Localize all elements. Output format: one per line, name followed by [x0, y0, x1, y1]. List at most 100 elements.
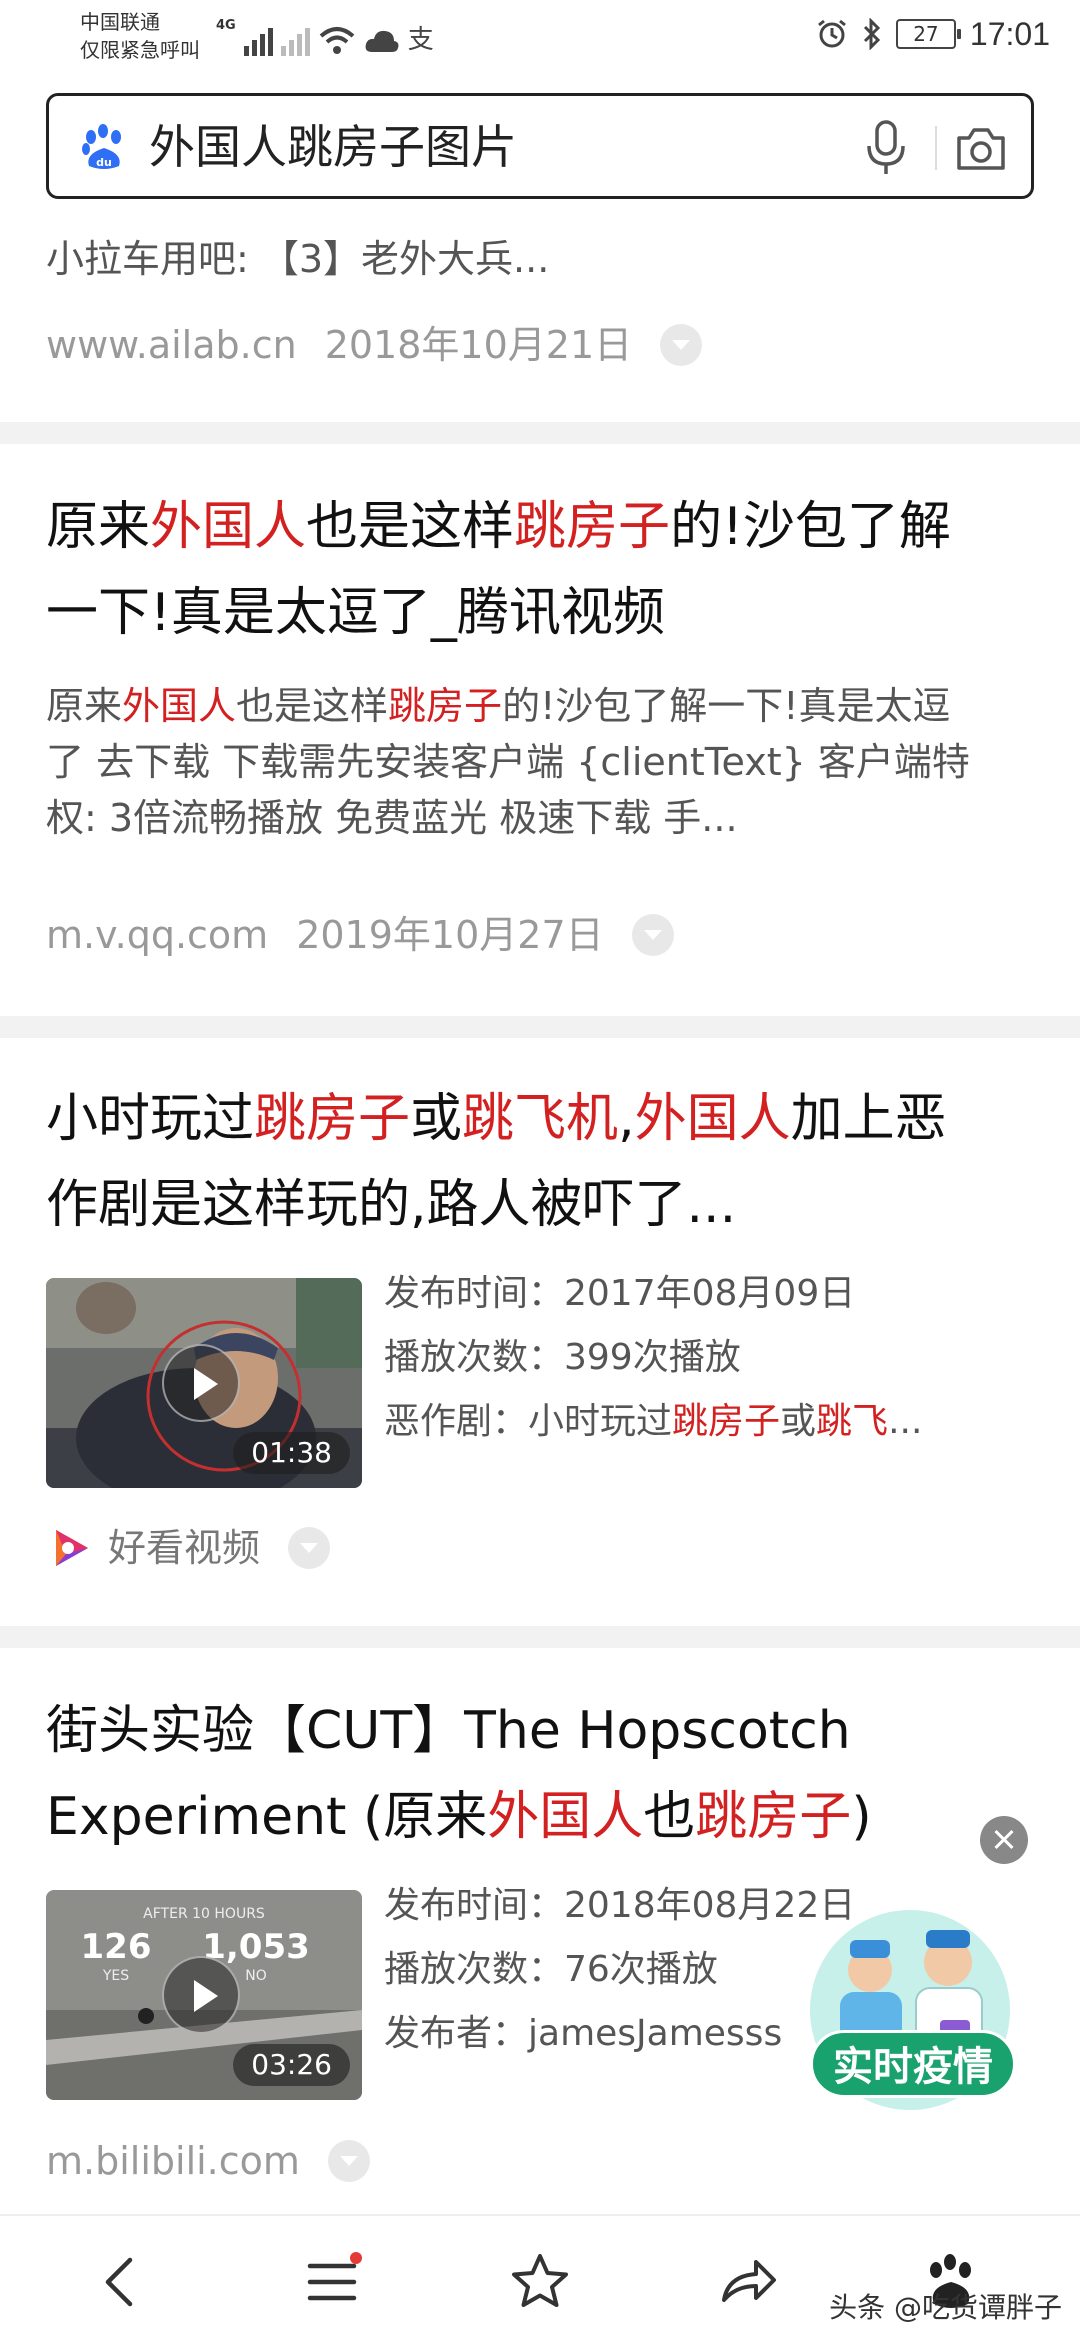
play-icon[interactable]	[162, 1344, 240, 1422]
result-source: m.bilibili.com	[46, 2138, 370, 2184]
result-source: 好看视频	[46, 1524, 331, 1572]
video-play-count: 播放次数：399次播放	[384, 1337, 741, 1378]
video-duration: 01:38	[233, 1432, 350, 1474]
cloud-icon	[365, 30, 399, 52]
signal-icon	[243, 26, 273, 56]
carrier-status: 仅限紧急呼叫	[80, 38, 200, 62]
search-input[interactable]: 外国人跳房子图片	[149, 114, 517, 180]
more-options-button[interactable]	[631, 914, 674, 956]
result-separator	[0, 422, 1080, 444]
menu-icon[interactable]	[300, 2250, 364, 2314]
title-highlight: 外国人	[634, 1089, 791, 1149]
summary-text: 恶作剧：小时玩过	[384, 1401, 673, 1442]
summary-text: ...	[888, 1401, 923, 1442]
share-icon[interactable]	[716, 2250, 780, 2314]
bluetooth-icon	[863, 18, 881, 50]
status-bar: 中国联通 仅限紧急呼叫 4G 支 27 17:01	[0, 0, 1080, 82]
title-text: 作剧是这样玩的,路人被吓了...	[46, 1175, 737, 1235]
clock: 17:01	[969, 15, 1050, 52]
status-icons-right: 27 17:01	[816, 14, 1050, 54]
alarm-icon	[817, 19, 846, 48]
status-icons-left: 4G 支	[216, 16, 434, 56]
camera-icon[interactable]	[953, 122, 1009, 176]
desc-text: 也是这样	[236, 684, 389, 728]
title-highlight: 跳飞机	[462, 1089, 619, 1149]
result-title[interactable]: 小时玩过跳房子或跳飞机,外国人加上恶 作剧是这样玩的,路人被吓了...	[46, 1076, 1046, 1248]
video-thumbnail[interactable]: AFTER 10 HOURS 126 1,053 YES NO 03:26	[46, 1890, 362, 2100]
title-text: 小时玩过	[46, 1089, 255, 1149]
result-site[interactable]: 好看视频	[108, 1525, 260, 1571]
desc-text: 了 去下载 下载需先安装客户端 {clientText} 客户端特	[46, 740, 970, 784]
watermark: 头条 @吃货谭胖子	[829, 2291, 1062, 2324]
title-text: 也	[643, 1787, 696, 1847]
search-divider	[935, 126, 937, 170]
summary-text: 或	[780, 1401, 817, 1442]
video-thumbnail[interactable]: 01:38	[46, 1278, 362, 1488]
baidu-paw-icon: du	[82, 124, 121, 169]
result-date: 2019年10月27日	[296, 913, 604, 957]
haokan-video-icon	[56, 1530, 88, 1566]
result-separator	[0, 1016, 1080, 1038]
partial-result-source: www.ailab.cn 2018年10月21日	[46, 322, 703, 368]
title-text: 原来	[46, 497, 151, 557]
desc-highlight: 外国人	[122, 684, 237, 728]
title-highlight: 跳房子	[254, 1089, 411, 1149]
alipay-icon: 支	[407, 25, 434, 55]
result-source: m.v.qq.com 2019年10月27日	[46, 912, 674, 958]
partial-result-snippet[interactable]: 小拉车用吧: 【3】老外大兵...	[46, 234, 549, 284]
title-text: Experiment (原来	[46, 1787, 488, 1847]
result-site[interactable]: www.ailab.cn	[46, 322, 297, 368]
result-separator	[0, 1626, 1080, 1648]
title-text: 或	[410, 1089, 463, 1149]
title-highlight: 跳房子	[695, 1787, 852, 1847]
result-description: 原来外国人也是这样跳房子的!沙包了解一下!真是太逗了 去下载 下载需先安装客户端…	[46, 678, 1046, 846]
video-publish-date: 发布时间：2017年08月09日	[384, 1273, 856, 1314]
carrier-name: 中国联通	[80, 10, 160, 34]
result-site[interactable]: m.v.qq.com	[46, 912, 268, 958]
thumb-label-yes: YES	[102, 1968, 129, 1984]
carrier-info: 中国联通 仅限紧急呼叫	[80, 8, 200, 64]
video-summary: 恶作剧：小时玩过跳房子或跳飞...	[384, 1390, 922, 1454]
title-text: 一下!真是太逗了_腾讯视频	[46, 583, 665, 643]
title-highlight: 外国人	[150, 497, 307, 557]
more-options-button[interactable]	[288, 1527, 331, 1569]
bottom-nav: 头条 @吃货谭胖子	[0, 2214, 1080, 2340]
title-text: 也是这样	[306, 497, 515, 557]
svg-text:du: du	[96, 156, 112, 169]
result-title[interactable]: 街头实验【CUT】The Hopscotch Experiment (原来外国人也…	[46, 1688, 1046, 1860]
result-date: 2018年10月21日	[324, 323, 633, 367]
close-icon[interactable]	[980, 1816, 1028, 1864]
desc-highlight: 跳房子	[388, 684, 503, 728]
thumb-label-no: NO	[245, 1968, 267, 1984]
title-text: )	[851, 1787, 872, 1847]
title-text: 街头实验【CUT】The Hopscotch	[46, 1701, 851, 1761]
result-title[interactable]: 原来外国人也是这样跳房子的!沙包了解 一下!真是太逗了_腾讯视频	[46, 484, 1046, 656]
more-options-button[interactable]	[327, 2140, 370, 2182]
search-bar[interactable]: du 外国人跳房子图片	[46, 93, 1034, 199]
video-publish-date: 发布时间：2018年08月22日	[384, 1885, 856, 1926]
title-text: ,	[618, 1089, 635, 1149]
more-options-button[interactable]	[660, 324, 703, 366]
star-icon[interactable]	[508, 2250, 572, 2314]
video-duration: 03:26	[233, 2044, 350, 2086]
title-text: 加上恶	[790, 1089, 947, 1149]
thumb-count-yes: 126	[81, 1927, 152, 1967]
desc-text: 权: 3倍流畅播放 免费蓝光 极速下载 手...	[46, 796, 738, 840]
title-highlight: 外国人	[487, 1787, 644, 1847]
thumb-caption: AFTER 10 HOURS	[143, 1906, 265, 1922]
title-highlight: 跳房子	[514, 497, 671, 557]
result-site[interactable]: m.bilibili.com	[46, 2138, 300, 2184]
desc-text: 的!沙包了解一下!真是太逗	[502, 684, 951, 728]
microphone-icon[interactable]	[861, 118, 911, 178]
summary-highlight: 跳房子	[672, 1401, 781, 1442]
desc-text: 原来	[46, 684, 123, 728]
title-text: 的!沙包了解	[670, 497, 951, 557]
summary-highlight: 跳飞	[816, 1401, 889, 1442]
play-icon[interactable]	[162, 1956, 240, 2034]
epidemic-badge-label[interactable]: 实时疫情	[810, 2030, 1016, 2098]
video-author: 发布者：jamesJamesss	[384, 2013, 783, 2054]
video-play-count: 播放次数：76次播放	[384, 1949, 718, 1990]
network-type: 4G	[216, 18, 236, 33]
battery-icon: 27	[895, 19, 961, 49]
back-icon[interactable]	[90, 2250, 154, 2314]
